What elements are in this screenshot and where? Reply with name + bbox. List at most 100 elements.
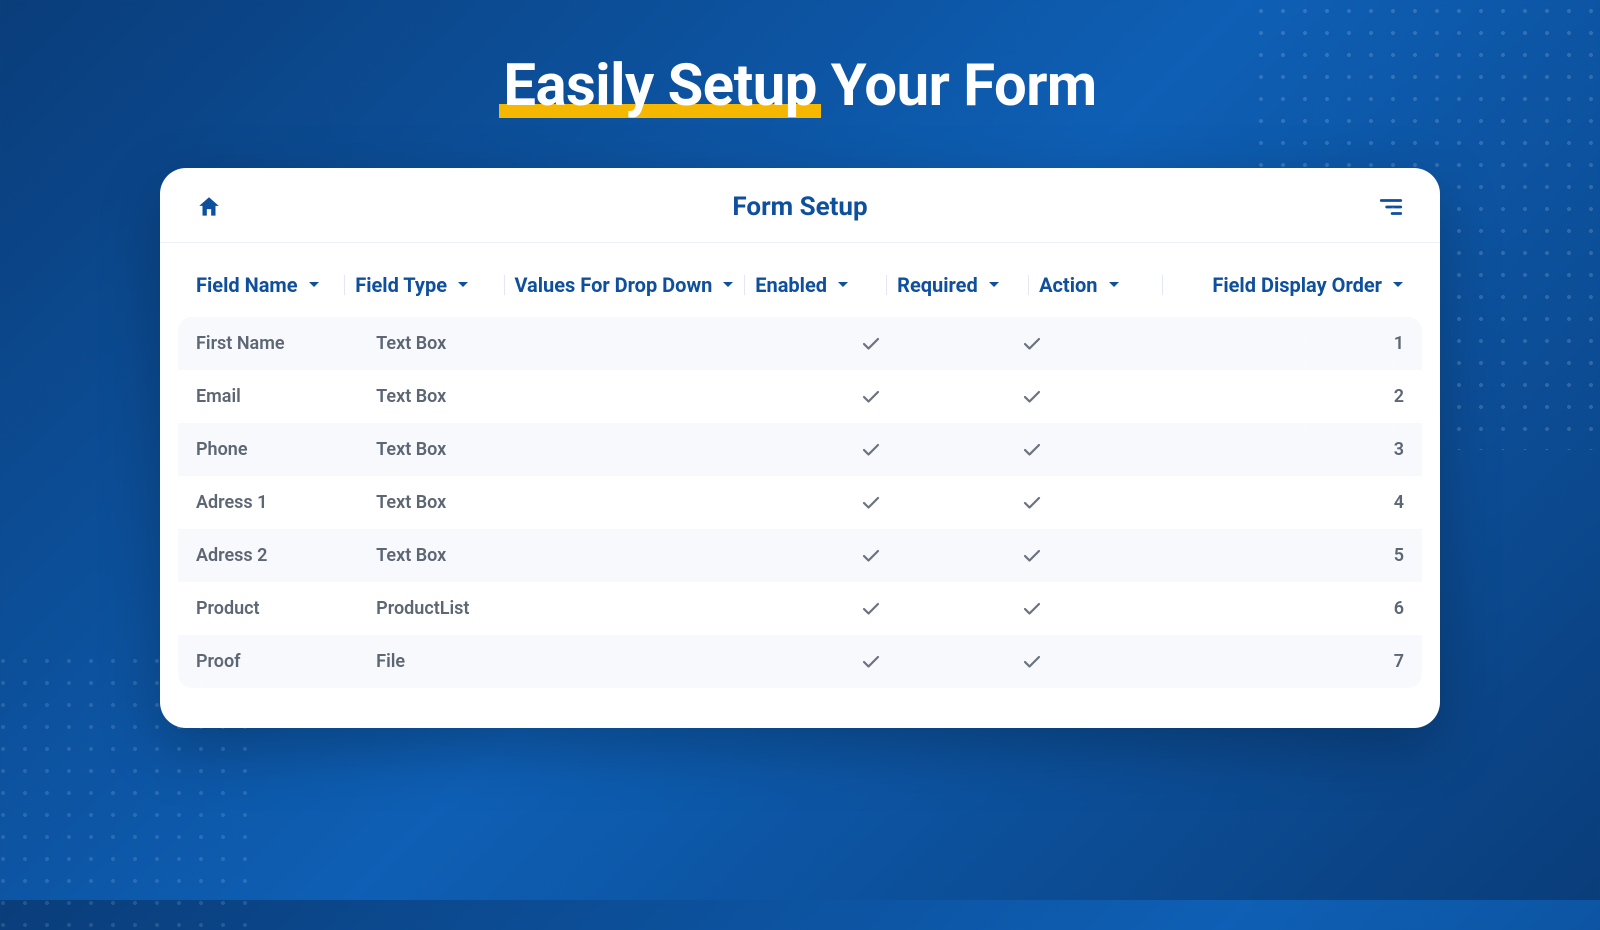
table-row[interactable]: First Name Text Box 1 <box>178 317 1422 370</box>
field-type-text: Text Box <box>376 545 446 566</box>
order-text: 4 <box>1394 492 1404 513</box>
cell-required <box>982 390 1121 404</box>
header-separator <box>1162 275 1163 295</box>
cell-field-type: Text Box <box>376 333 534 354</box>
caret-down-icon <box>837 281 849 289</box>
check-icon <box>862 390 880 404</box>
table-row[interactable]: Email Text Box 2 <box>178 370 1422 423</box>
field-name-text: Email <box>196 386 241 407</box>
check-icon <box>1023 655 1041 669</box>
cell-field-type: Text Box <box>376 439 534 460</box>
cell-field-name: Email <box>196 386 354 407</box>
header-label: Enabled <box>755 273 827 297</box>
header-separator <box>504 275 505 295</box>
order-text: 5 <box>1394 545 1404 566</box>
field-name-text: Phone <box>196 439 248 460</box>
header-label: Field Display Order <box>1212 273 1382 297</box>
caret-down-icon <box>457 281 469 289</box>
header-separator <box>744 275 745 295</box>
cell-display-order: 4 <box>1294 492 1404 513</box>
caret-down-icon <box>1392 281 1404 289</box>
check-icon <box>862 549 880 563</box>
table-row[interactable]: Proof File 7 <box>178 635 1422 688</box>
cell-field-type: File <box>376 651 534 672</box>
cell-required <box>982 496 1121 510</box>
cell-display-order: 3 <box>1294 439 1404 460</box>
cell-field-type: Text Box <box>376 545 534 566</box>
header-label: Values For Drop Down <box>514 273 712 297</box>
column-header-field-type[interactable]: Field Type <box>355 273 493 297</box>
cell-field-name: Proof <box>196 651 354 672</box>
header-label: Required <box>897 273 978 297</box>
cell-display-order: 6 <box>1294 598 1404 619</box>
column-header-enabled[interactable]: Enabled <box>755 273 876 297</box>
header-separator <box>344 275 345 295</box>
order-text: 7 <box>1394 651 1404 672</box>
check-icon <box>1023 443 1041 457</box>
field-type-text: Text Box <box>376 439 446 460</box>
header-label: Field Type <box>355 273 447 297</box>
column-header-values[interactable]: Values For Drop Down <box>514 273 734 297</box>
home-button[interactable] <box>196 194 222 220</box>
cell-enabled <box>822 390 961 404</box>
check-icon <box>862 655 880 669</box>
field-type-text: File <box>376 651 405 672</box>
caret-down-icon <box>1108 281 1120 289</box>
field-type-text: Text Box <box>376 492 446 513</box>
check-icon <box>1023 602 1041 616</box>
cell-field-name: Phone <box>196 439 354 460</box>
header-label: Field Name <box>196 273 298 297</box>
cell-display-order: 7 <box>1294 651 1404 672</box>
table-row[interactable]: Phone Text Box 3 <box>178 423 1422 476</box>
cell-display-order: 5 <box>1294 545 1404 566</box>
column-header-field-name[interactable]: Field Name <box>196 273 334 297</box>
order-text: 6 <box>1394 598 1404 619</box>
cell-enabled <box>822 337 961 351</box>
cell-field-name: Adress 2 <box>196 545 354 566</box>
cell-required <box>982 602 1121 616</box>
check-icon <box>862 337 880 351</box>
table-row[interactable]: Product ProductList 6 <box>178 582 1422 635</box>
menu-icon <box>1378 197 1404 217</box>
table-header: Field Name Field Type Values For Drop Do… <box>178 253 1422 317</box>
field-name-text: Proof <box>196 651 241 672</box>
check-icon <box>862 443 880 457</box>
field-type-text: Text Box <box>376 386 446 407</box>
cell-field-name: Adress 1 <box>196 492 354 513</box>
check-icon <box>1023 337 1041 351</box>
cell-enabled <box>822 549 961 563</box>
menu-button[interactable] <box>1378 197 1404 217</box>
table-row[interactable]: Adress 2 Text Box 5 <box>178 529 1422 582</box>
card-header: Form Setup <box>160 168 1440 243</box>
hero-rest: Your Form <box>817 52 1097 120</box>
order-text: 3 <box>1394 439 1404 460</box>
field-type-text: Text Box <box>376 333 446 354</box>
column-header-required[interactable]: Required <box>897 273 1018 297</box>
cell-display-order: 1 <box>1294 333 1404 354</box>
column-header-action[interactable]: Action <box>1039 273 1151 297</box>
caret-down-icon <box>308 281 320 289</box>
column-header-display-order[interactable]: Field Display Order <box>1172 273 1404 297</box>
form-setup-card: Form Setup Field Name Field Type Values … <box>160 168 1440 728</box>
header-separator <box>886 275 887 295</box>
hero-highlight: Easily Setup <box>503 52 817 120</box>
table-row[interactable]: Adress 1 Text Box 4 <box>178 476 1422 529</box>
table-body: First Name Text Box 1 Email Text Box 2 Phone Te… <box>178 317 1422 688</box>
field-name-text: First Name <box>196 333 285 354</box>
header-separator <box>1028 275 1029 295</box>
field-type-text: ProductList <box>376 598 469 619</box>
field-name-text: Product <box>196 598 260 619</box>
cell-required <box>982 443 1121 457</box>
cell-enabled <box>822 602 961 616</box>
cell-required <box>982 549 1121 563</box>
caret-down-icon <box>722 281 734 289</box>
check-icon <box>1023 496 1041 510</box>
check-icon <box>1023 549 1041 563</box>
cell-required <box>982 337 1121 351</box>
cell-display-order: 2 <box>1294 386 1404 407</box>
cell-field-type: Text Box <box>376 386 534 407</box>
hero-title: Easily Setup Your Form <box>0 0 1600 120</box>
caret-down-icon <box>988 281 1000 289</box>
order-text: 2 <box>1394 386 1404 407</box>
cell-enabled <box>822 496 961 510</box>
